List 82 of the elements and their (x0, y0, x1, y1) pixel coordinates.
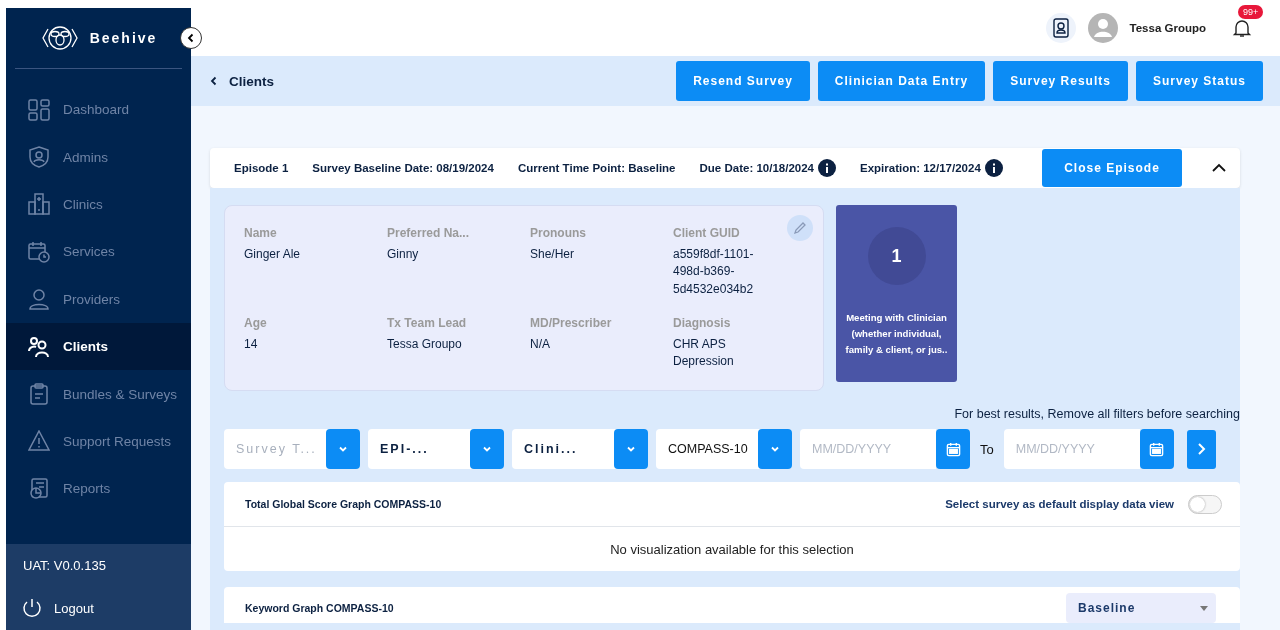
episode-detail: Current Time Point: Baseline (517, 162, 676, 174)
session-description: Meeting with Clinician (whether individual, family & client, or jus.. (844, 311, 949, 357)
dropdown-arrow-icon (1200, 605, 1208, 611)
field-value: a559f8df-1101-498d-b369-5d4532e034b2 (673, 246, 755, 298)
date-field[interactable]: MM/DD/YYYY (1003, 429, 1140, 469)
nav-item[interactable]: Dashboard (6, 86, 191, 134)
next-button[interactable] (1186, 429, 1216, 469)
session-number: 1 (867, 227, 926, 285)
action-button[interactable]: Survey Status (1135, 61, 1263, 101)
field-label: Preferred Na... (387, 226, 471, 240)
back-link[interactable]: Clients (209, 73, 677, 89)
nav-item[interactable]: Services (6, 228, 191, 276)
field-label: Diagnosis (673, 316, 732, 330)
clipboard-icon (28, 383, 50, 406)
date-field[interactable]: MM/DD/YYYY (800, 429, 936, 469)
filter-dropdown[interactable]: Survey T... (224, 429, 360, 469)
episode-detail: Due Date: 10/18/2024 (699, 162, 814, 174)
calendar-button[interactable] (1139, 429, 1174, 469)
field-label: MD/Prescriber (530, 316, 613, 330)
field-value: Ginger Ale (244, 246, 302, 263)
warning-icon (28, 430, 50, 453)
field-label: Name (244, 226, 278, 240)
field-value: 14 (244, 336, 259, 353)
power-icon (22, 598, 42, 618)
logout-button[interactable]: Logout (6, 586, 191, 630)
chevron-left-icon (209, 76, 219, 86)
info-icon[interactable] (817, 159, 836, 177)
episode-detail: Survey Baseline Date: 08/19/2024 (312, 162, 494, 174)
dashboard-icon (28, 98, 50, 121)
range-label: To (980, 441, 994, 457)
episode-detail: Episode 1 (234, 162, 289, 174)
action-button[interactable]: Resend Survey (676, 61, 810, 101)
field-label: Age (244, 316, 268, 330)
calendar-icon (945, 441, 961, 457)
field-label: Tx Team Lead (387, 316, 468, 330)
people-icon (28, 335, 50, 358)
collapse-sidebar-button[interactable] (180, 27, 202, 49)
filter-dropdown[interactable]: COMPASS-10 (656, 429, 792, 469)
filter-dropdown[interactable]: EPI-... (368, 429, 504, 469)
field-value: CHR APS Depression (673, 336, 735, 371)
chevron-right-icon (1195, 442, 1208, 456)
default-view-toggle[interactable] (1188, 494, 1222, 514)
chevron-left-icon (186, 33, 196, 43)
empty-message: No visualization available for this selection (609, 540, 855, 559)
nav-item[interactable]: Support Requests (6, 417, 191, 466)
action-button[interactable]: Clinician Data Entry (817, 61, 986, 101)
notification-badge: 99+ (1238, 5, 1264, 19)
graph-title: Total Global Score Graph COMPASS-10 (245, 498, 443, 510)
nav-item[interactable]: Reports (6, 465, 191, 513)
nav-item[interactable]: Providers (6, 275, 191, 323)
nav-item[interactable]: Bundles & Surveys (6, 370, 191, 418)
nav-item[interactable]: Clinics (6, 180, 191, 229)
bell-icon[interactable] (1232, 18, 1252, 38)
contact-card-icon[interactable] (1045, 13, 1076, 43)
field-value: N/A (530, 336, 551, 353)
field-value: Tessa Groupo (387, 336, 463, 353)
filter-dropdown[interactable]: Clini... (512, 429, 648, 469)
toggle-label: Select survey as default display data view (945, 498, 1174, 510)
nav-item[interactable]: Admins (6, 133, 191, 181)
field-label: Pronouns (530, 226, 587, 240)
nav-item[interactable]: Clients (6, 322, 191, 371)
info-icon[interactable] (984, 159, 1003, 177)
report-icon (28, 477, 50, 500)
person-icon (28, 288, 50, 311)
calendar-button[interactable] (936, 429, 970, 469)
field-label: Client GUID (673, 226, 741, 240)
field-value: She/Her (530, 246, 576, 263)
close-episode-button[interactable]: Close Episode (1042, 149, 1182, 187)
building-icon (28, 193, 50, 216)
calendar-clock-icon (28, 240, 50, 263)
shield-icon (28, 146, 50, 169)
session-tile[interactable]: 1 Meeting with Clinician (whether individual, family & client, or jus.. (836, 205, 957, 382)
version-label: UAT: V0.0.135 (22, 556, 107, 575)
graph-title: Keyword Graph COMPASS-10 (245, 601, 395, 614)
app-logo-text: Beehive (89, 30, 158, 46)
calendar-icon (1149, 441, 1165, 457)
filter-hint: For best results, Remove all filters before searching (954, 407, 1240, 421)
field-value: Ginny (387, 246, 420, 263)
time-point-dropdown[interactable]: Baseline (1066, 593, 1216, 623)
action-button[interactable]: Survey Results (993, 61, 1128, 101)
user-name[interactable]: Tessa Groupo (1129, 22, 1206, 34)
episode-detail: Expiration: 12/17/2024 (859, 162, 981, 174)
